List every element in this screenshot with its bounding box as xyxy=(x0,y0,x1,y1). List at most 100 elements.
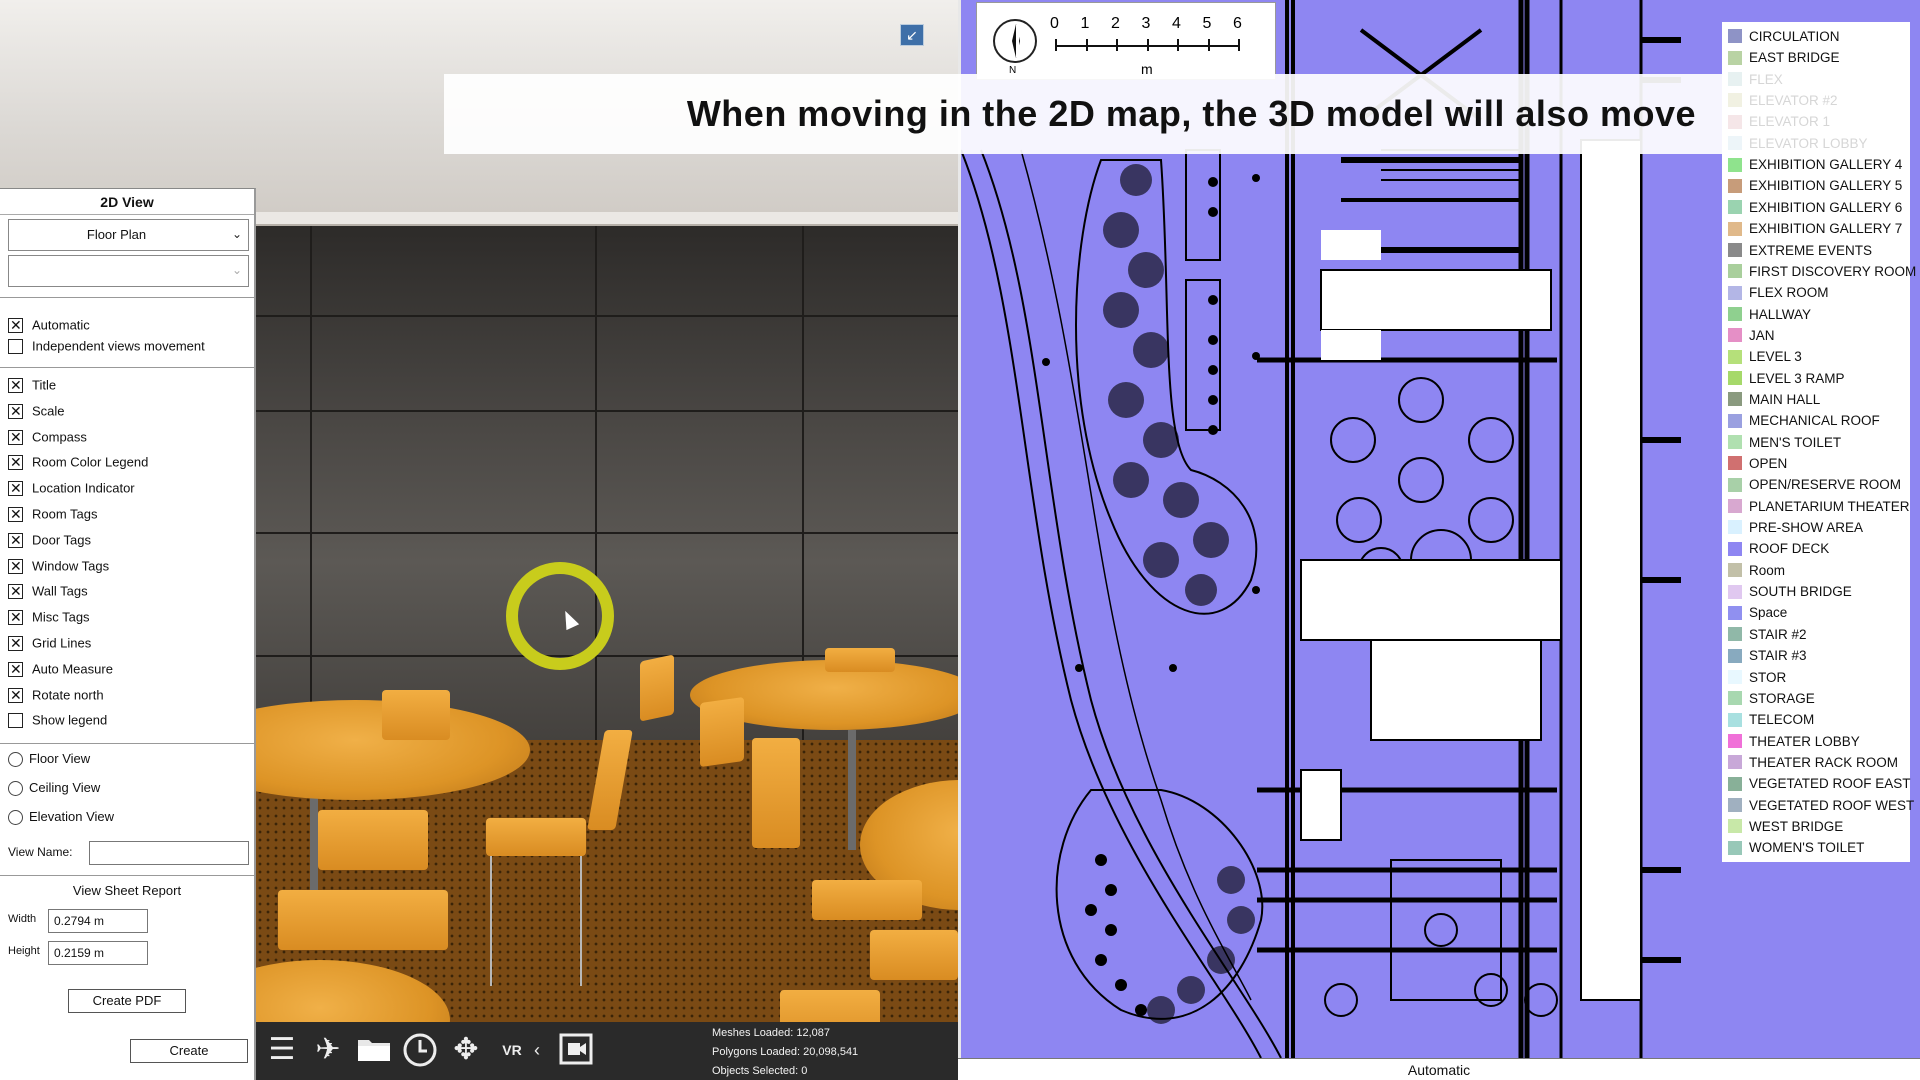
checked-box-icon[interactable] xyxy=(8,505,23,523)
wall-seam xyxy=(255,315,958,317)
legend-swatch xyxy=(1728,29,1742,44)
checked-box-icon[interactable] xyxy=(8,428,23,446)
legend-swatch xyxy=(1728,72,1742,87)
create-pdf-button[interactable]: Create PDF xyxy=(68,989,186,1013)
checkbox-independent-views-movement[interactable]: Independent views movement xyxy=(8,336,205,356)
scale-and-compass: N 0123456 m xyxy=(976,2,1276,80)
sheet-report-title: View Sheet Report xyxy=(72,883,182,898)
legend-item: FLEX xyxy=(1728,69,1783,90)
legend-label: FIRST DISCOVERY ROOM xyxy=(1749,263,1917,279)
legend-swatch xyxy=(1728,840,1742,855)
unchecked-box-icon[interactable] xyxy=(8,713,23,729)
checkbox-label: Wall Tags xyxy=(32,583,88,599)
legend-swatch xyxy=(1728,541,1742,556)
height-input[interactable]: 0.2159 m xyxy=(48,941,148,965)
checked-box-icon[interactable] xyxy=(8,582,23,600)
checked-box-icon[interactable] xyxy=(8,557,23,575)
legend-swatch xyxy=(1728,371,1742,386)
checkbox-show-legend[interactable]: Show legend xyxy=(8,710,107,730)
legend-item: ROOF DECK xyxy=(1728,538,1829,559)
legend-item: TELECOM xyxy=(1728,709,1814,730)
legend-swatch xyxy=(1728,798,1742,813)
checked-box-icon[interactable] xyxy=(8,660,23,678)
checkbox-title[interactable]: Title xyxy=(8,375,56,395)
radio-elevation-view[interactable]: Elevation View xyxy=(8,807,114,827)
scale-tick xyxy=(1238,39,1240,51)
checked-box-icon[interactable] xyxy=(8,376,23,394)
legend-label: MECHANICAL ROOF xyxy=(1749,413,1880,429)
checkbox-label: Automatic xyxy=(32,317,90,333)
radio-ceiling-view[interactable]: Ceiling View xyxy=(8,778,100,798)
legend-swatch xyxy=(1728,178,1742,193)
legend-swatch xyxy=(1728,456,1742,471)
create-button[interactable]: Create xyxy=(130,1039,248,1063)
checkbox-location-indicator[interactable]: Location Indicator xyxy=(8,478,135,498)
legend-swatch xyxy=(1728,157,1742,172)
move-icon[interactable]: ✥ xyxy=(448,1032,484,1068)
list-icon[interactable]: ☰ xyxy=(264,1032,300,1068)
folder-icon[interactable] xyxy=(356,1032,392,1068)
legend-label: EAST BRIDGE xyxy=(1749,50,1840,66)
legend-swatch xyxy=(1728,776,1742,791)
width-input[interactable]: 0.2794 m xyxy=(48,909,148,933)
scale-number: 1 xyxy=(1080,15,1090,32)
scale-number: 3 xyxy=(1141,15,1151,32)
legend-swatch xyxy=(1728,328,1742,343)
legend-item: LEVEL 3 RAMP xyxy=(1728,368,1845,389)
legend-swatch xyxy=(1728,413,1742,428)
checked-box-icon[interactable] xyxy=(8,608,23,626)
radio-label: Floor View xyxy=(29,751,91,766)
legend-label: PRE-SHOW AREA xyxy=(1749,520,1864,536)
vr-icon[interactable]: VR xyxy=(494,1032,530,1068)
radio-label: Elevation View xyxy=(29,809,115,824)
radio-button-icon[interactable] xyxy=(8,781,23,797)
checkbox-automatic[interactable]: Automatic xyxy=(8,315,90,335)
radio-button-icon[interactable] xyxy=(8,810,23,826)
legend-item: VEGETATED ROOF EAST xyxy=(1728,773,1911,794)
wall-seam xyxy=(255,410,958,412)
legend-item: CIRCULATION xyxy=(1728,26,1840,47)
checkbox-window-tags[interactable]: Window Tags xyxy=(8,556,109,576)
legend-swatch xyxy=(1728,477,1742,492)
collapse-arrow-icon[interactable]: ‹ xyxy=(530,1032,544,1068)
legend-swatch xyxy=(1728,435,1742,450)
fly-icon[interactable]: ✈ xyxy=(310,1032,346,1068)
checked-box-icon[interactable] xyxy=(8,453,23,471)
checkbox-label: Grid Lines xyxy=(32,635,92,651)
checkbox-label: Room Tags xyxy=(32,506,98,522)
legend-label: ELEVATOR 1 xyxy=(1749,114,1831,130)
checked-box-icon[interactable] xyxy=(8,479,23,497)
clock-icon[interactable] xyxy=(402,1032,438,1068)
checked-box-icon[interactable] xyxy=(8,686,23,704)
checkbox-label: Compass xyxy=(32,429,87,445)
checkbox-rotate-north[interactable]: Rotate north xyxy=(8,685,104,705)
scale-number: 0 xyxy=(1050,15,1059,32)
checked-box-icon[interactable] xyxy=(8,531,23,549)
legend-swatch xyxy=(1728,50,1742,65)
radio-floor-view[interactable]: Floor View xyxy=(8,749,90,769)
legend-swatch xyxy=(1728,563,1742,578)
view-type-select[interactable]: Floor Plan ⌄ xyxy=(8,219,249,251)
checkbox-door-tags[interactable]: Door Tags xyxy=(8,530,91,550)
checkbox-scale[interactable]: Scale xyxy=(8,401,65,421)
checked-box-icon[interactable] xyxy=(8,634,23,652)
expand-view-icon[interactable]: ↙ xyxy=(900,24,924,46)
unchecked-box-icon[interactable] xyxy=(8,339,23,355)
room-color-legend: CIRCULATION EAST BRIDGE FLEX ELEVATOR #2 ELE… xyxy=(1722,22,1916,862)
checked-box-icon[interactable] xyxy=(8,316,23,334)
checked-box-icon[interactable] xyxy=(8,402,23,420)
legend-label: VEGETATED ROOF WEST xyxy=(1749,797,1915,813)
checkbox-wall-tags[interactable]: Wall Tags xyxy=(8,581,88,601)
view-name-input[interactable] xyxy=(89,841,249,865)
checkbox-compass[interactable]: Compass xyxy=(8,427,87,447)
checkbox-auto-measure[interactable]: Auto Measure xyxy=(8,659,113,679)
checkbox-misc-tags[interactable]: Misc Tags xyxy=(8,607,90,627)
checkbox-grid-lines[interactable]: Grid Lines xyxy=(8,633,91,653)
checkbox-room-color-legend[interactable]: Room Color Legend xyxy=(8,452,148,472)
checkbox-room-tags[interactable]: Room Tags xyxy=(8,504,98,524)
level-select[interactable]: ⌄ xyxy=(8,255,249,287)
legend-item: WOMEN'S TOILET xyxy=(1728,837,1864,858)
video-icon[interactable] xyxy=(558,1032,594,1068)
radio-button-icon[interactable] xyxy=(8,752,23,768)
chair xyxy=(318,810,428,870)
